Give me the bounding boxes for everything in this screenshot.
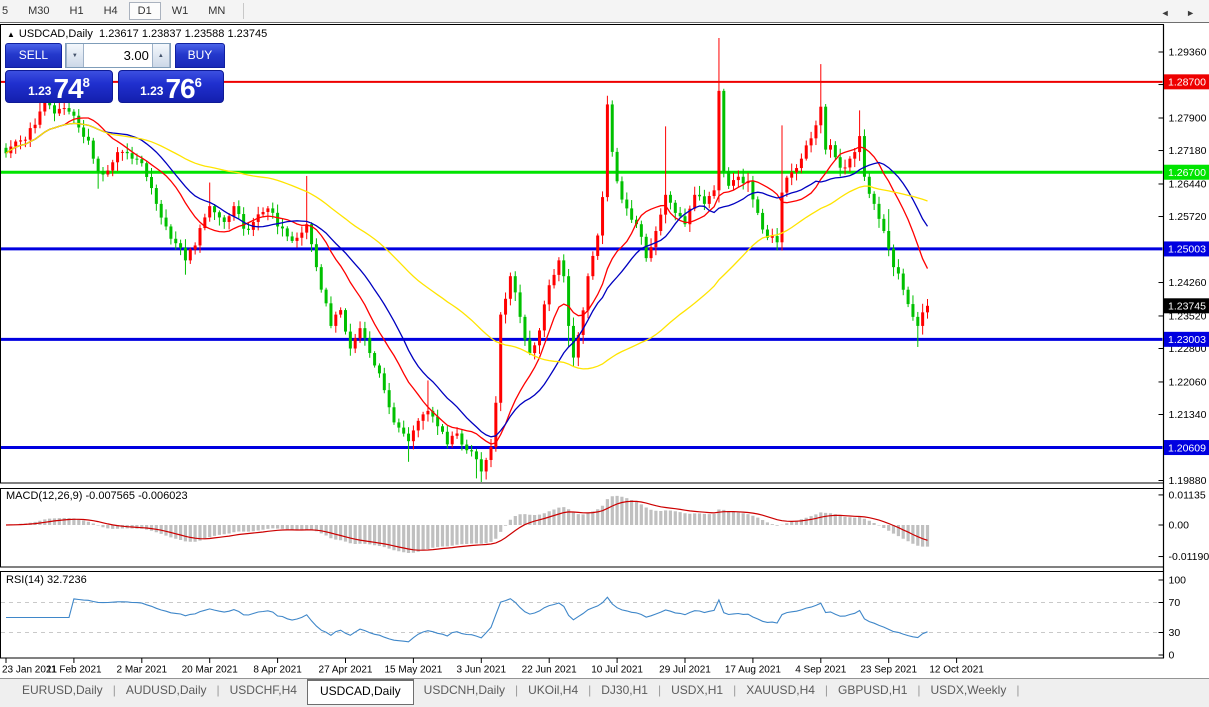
svg-text:1.28700: 1.28700	[1168, 77, 1206, 89]
svg-text:29 Jul 2021: 29 Jul 2021	[659, 665, 711, 676]
trading-terminal-window: 5M30H1H4D1W1MN 1.293601.286401.279001.27…	[0, 0, 1209, 707]
svg-text:10 Jul 2021: 10 Jul 2021	[591, 665, 643, 676]
svg-text:0: 0	[1169, 650, 1175, 662]
chart-tab-EURUSD-Daily[interactable]: EURUSD,Daily	[12, 679, 113, 702]
sell-button[interactable]: SELL	[5, 43, 62, 68]
timeframe-button-H1[interactable]: H1	[61, 2, 93, 20]
svg-text:1.25003: 1.25003	[1168, 244, 1206, 256]
tab-scroll-arrows: ◄ ►	[1147, 8, 1195, 18]
sell-price-big: 74	[53, 75, 82, 102]
svg-text:4 Sep 2021: 4 Sep 2021	[795, 665, 847, 676]
time-axis[interactable]: 23 Jan 202111 Feb 20212 Mar 202120 Mar 2…	[2, 659, 984, 676]
svg-text:30: 30	[1169, 627, 1181, 639]
svg-text:22 Jun 2021: 22 Jun 2021	[522, 665, 577, 676]
svg-text:15 May 2021: 15 May 2021	[384, 665, 442, 676]
chart-tab-XAUUSD-H4[interactable]: XAUUSD,H4	[736, 679, 825, 702]
svg-text:100: 100	[1169, 575, 1187, 587]
chart-symbol-label: USDCAD,Daily	[19, 28, 93, 40]
svg-text:17 Aug 2021: 17 Aug 2021	[725, 665, 782, 676]
svg-text:3 Jun 2021: 3 Jun 2021	[457, 665, 507, 676]
timeframe-toolbar: 5M30H1H4D1W1MN	[0, 0, 1209, 23]
price-chart[interactable]: 1.293601.286401.279001.271801.264401.257…	[0, 0, 1209, 707]
price-level-badge: 1.26700	[1164, 165, 1209, 180]
svg-text:1.21340: 1.21340	[1169, 409, 1207, 421]
timeframe-button-M30[interactable]: M30	[19, 2, 58, 20]
svg-text:1.23745: 1.23745	[1168, 301, 1206, 313]
rsi-value: 32.7236	[47, 574, 87, 586]
svg-text:1.22060: 1.22060	[1169, 376, 1207, 388]
volume-decrease-button[interactable]: ▼	[66, 44, 84, 67]
svg-text:1.27900: 1.27900	[1169, 112, 1207, 124]
svg-text:0.01135: 0.01135	[1169, 489, 1206, 501]
chart-tab-USDX-H1[interactable]: USDX,H1	[661, 679, 733, 702]
buy-price-big: 76	[165, 75, 194, 102]
volume-stepper: ▼ ▲	[65, 43, 171, 68]
timeframe-button-D1[interactable]: D1	[129, 2, 161, 20]
svg-text:-0.011904: -0.011904	[1169, 551, 1209, 563]
svg-text:1.29360: 1.29360	[1169, 47, 1207, 59]
sell-price-button[interactable]: 1.23 74 8	[5, 70, 113, 103]
price-level-badge: 1.28700	[1164, 74, 1209, 89]
svg-text:1.20609: 1.20609	[1168, 442, 1206, 454]
chart-tab-bar: EURUSD,Daily|AUDUSD,Daily|USDCHF,H4USDCA…	[0, 678, 1209, 707]
svg-text:70: 70	[1169, 597, 1181, 609]
buy-price-pipette: 6	[195, 75, 202, 90]
svg-text:1.27180: 1.27180	[1169, 145, 1207, 157]
svg-text:1.26440: 1.26440	[1169, 178, 1207, 190]
chart-tab-DJ30-H1[interactable]: DJ30,H1	[591, 679, 658, 702]
volume-increase-button[interactable]: ▲	[152, 44, 170, 67]
svg-text:11 Feb 2021: 11 Feb 2021	[46, 665, 102, 676]
svg-text:1.26700: 1.26700	[1168, 167, 1206, 179]
svg-text:23 Sep 2021: 23 Sep 2021	[860, 665, 917, 676]
svg-text:1.25720: 1.25720	[1169, 211, 1207, 223]
timeframe-button-W1[interactable]: W1	[163, 2, 198, 20]
svg-text:12 Oct 2021: 12 Oct 2021	[929, 665, 984, 676]
svg-text:8 Apr 2021: 8 Apr 2021	[253, 665, 302, 676]
svg-text:0.00: 0.00	[1169, 520, 1190, 532]
chart-tab-USDCAD-Daily[interactable]: USDCAD,Daily	[307, 679, 414, 705]
chart-tab-USDCNH-Daily[interactable]: USDCNH,Daily	[414, 679, 515, 702]
tab-scroll-left-button[interactable]: ◄	[1161, 8, 1170, 18]
sell-price-prefix: 1.23	[28, 84, 51, 98]
volume-input[interactable]	[84, 44, 152, 67]
sell-price-pipette: 8	[83, 75, 90, 90]
svg-text:20 Mar 2021: 20 Mar 2021	[182, 665, 239, 676]
chart-title: ▲ USDCAD,Daily 1.23617 1.23837 1.23588 1.…	[7, 28, 267, 40]
chart-tab-GBPUSD-H1[interactable]: GBPUSD,H1	[828, 679, 917, 702]
svg-text:2 Mar 2021: 2 Mar 2021	[117, 665, 168, 676]
collapse-arrow-icon[interactable]: ▲	[7, 30, 15, 39]
chart-tab-USDCHF-H4[interactable]: USDCHF,H4	[220, 679, 307, 702]
svg-text:1.23003: 1.23003	[1168, 334, 1206, 346]
chart-tab-USDX-Weekly[interactable]: USDX,Weekly	[921, 679, 1017, 702]
price-level-badge: 1.23745	[1164, 298, 1209, 313]
svg-text:27 Apr 2021: 27 Apr 2021	[319, 665, 373, 676]
svg-text:1.19880: 1.19880	[1169, 475, 1207, 487]
chart-ohlc-values: 1.23617 1.23837 1.23588 1.23745	[99, 28, 267, 40]
buy-price-button[interactable]: 1.23 76 6	[118, 70, 224, 103]
rsi-name: RSI(14)	[6, 574, 44, 586]
macd-values: -0.007565 -0.006023	[85, 490, 187, 502]
price-axis[interactable]: 1.293601.286401.279001.271801.264401.257…	[1159, 25, 1209, 662]
rsi-indicator-label: RSI(14) 32.7236	[6, 574, 87, 586]
timeframe-button-5[interactable]: 5	[0, 2, 17, 20]
price-level-badge: 1.23003	[1164, 332, 1209, 347]
buy-price-prefix: 1.23	[140, 84, 163, 98]
price-level-badge: 1.20609	[1164, 440, 1209, 455]
timeframe-button-MN[interactable]: MN	[199, 2, 234, 20]
tab-scroll-right-button[interactable]: ►	[1186, 8, 1195, 18]
one-click-trading-panel: SELL ▼ ▲ BUY 1.23 74 8 1.23 76 6	[5, 43, 225, 103]
macd-name: MACD(12,26,9)	[6, 490, 82, 502]
chart-tab-AUDUSD-Daily[interactable]: AUDUSD,Daily	[116, 679, 217, 702]
macd-indicator-label: MACD(12,26,9) -0.007565 -0.006023	[6, 490, 188, 502]
price-level-badge: 1.25003	[1164, 241, 1209, 256]
svg-text:1.24260: 1.24260	[1169, 277, 1207, 289]
timeframe-button-H4[interactable]: H4	[95, 2, 127, 20]
toolbar-separator	[243, 3, 244, 19]
chart-tab-UKOil-H4[interactable]: UKOil,H4	[518, 679, 588, 702]
buy-button[interactable]: BUY	[175, 43, 225, 68]
tab-separator: |	[1016, 679, 1019, 697]
